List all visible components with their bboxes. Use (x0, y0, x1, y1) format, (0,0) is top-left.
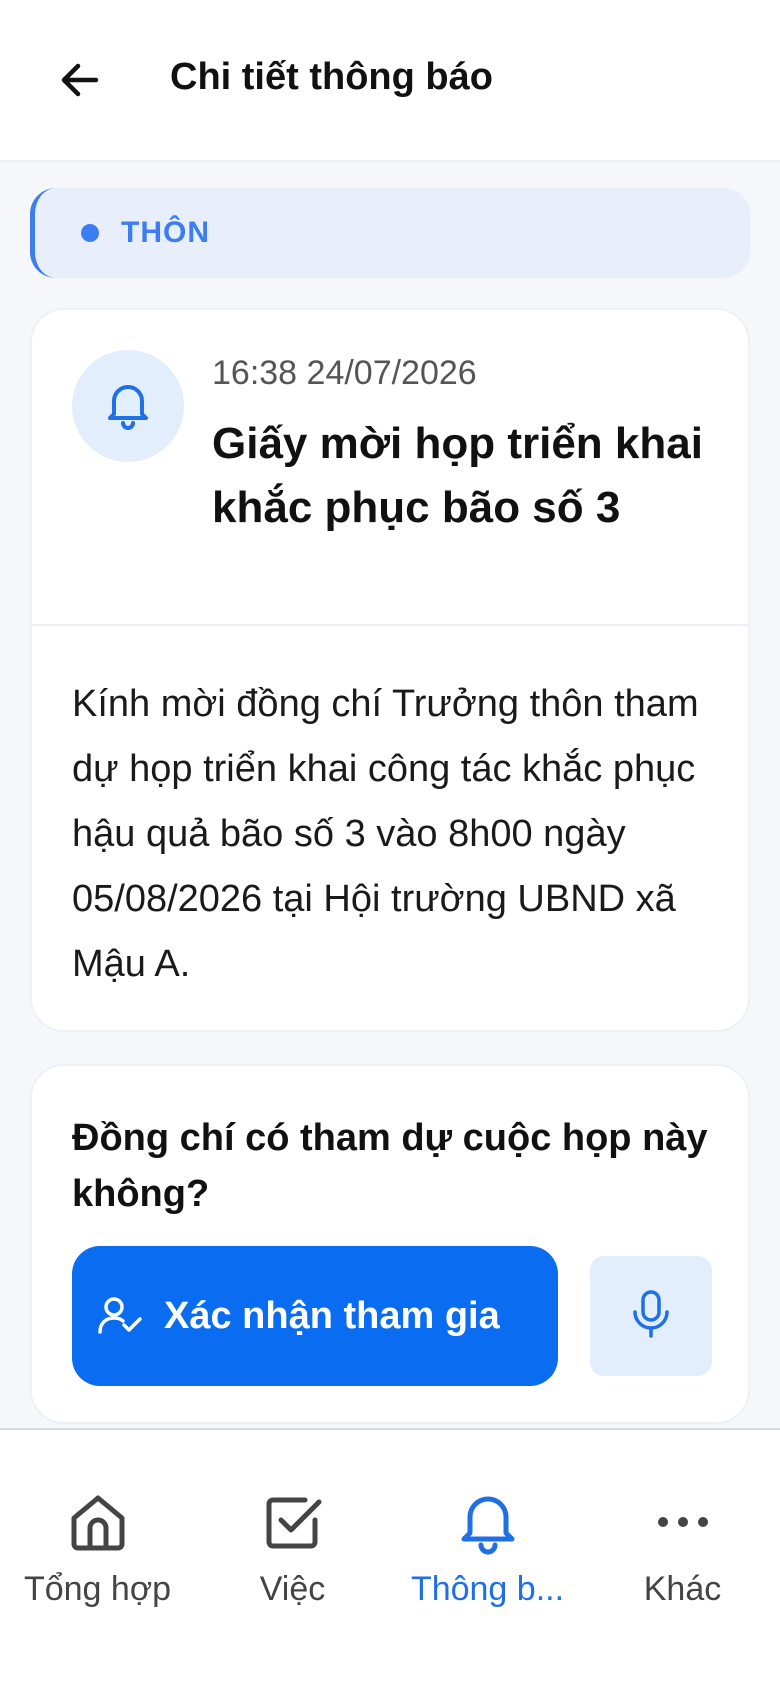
rsvp-question: Đồng chí có tham dự cuộc họp này không? (72, 1117, 708, 1215)
nav-item-viec[interactable]: Việc (195, 1430, 390, 1630)
nav-label: Việc (259, 1570, 326, 1608)
nav-label: Thông b... (410, 1570, 565, 1608)
bottom-navigation: Tổng hợp Việc Thông b... Khác (0, 1428, 780, 1688)
divider (32, 624, 748, 626)
nav-item-thong-bao[interactable]: Thông b... (390, 1430, 585, 1630)
notification-body: Kính mời đồng chí Trưởng thôn tham dự họ… (72, 683, 699, 985)
notification-time: 16:38 24/07/2026 (212, 354, 477, 392)
confirm-attendance-button[interactable]: Xác nhận tham gia (72, 1246, 558, 1386)
more-icon (643, 1482, 723, 1562)
bell-icon (448, 1482, 528, 1562)
arrow-left-icon (56, 56, 104, 109)
confirm-attendance-label: Xác nhận tham gia (164, 1294, 500, 1337)
back-button[interactable] (48, 50, 112, 114)
voice-input-button[interactable] (590, 1256, 712, 1376)
rsvp-card: Đồng chí có tham dự cuộc họp này không? … (30, 1064, 750, 1424)
home-icon (58, 1482, 138, 1562)
category-tag: THÔN (30, 188, 750, 278)
notification-icon-badge (72, 350, 184, 462)
bell-icon (100, 376, 156, 437)
nav-item-tong-hop[interactable]: Tổng hợp (0, 1430, 195, 1630)
page-title: Chi tiết thông báo (170, 56, 493, 98)
tag-dot (81, 224, 99, 242)
checkbox-icon (253, 1482, 333, 1562)
user-check-icon (94, 1290, 146, 1342)
notification-card: 16:38 24/07/2026 Giấy mời họp triển khai… (30, 308, 750, 1032)
nav-label: Khác (643, 1570, 722, 1608)
nav-item-khac[interactable]: Khác (585, 1430, 780, 1630)
microphone-icon (629, 1289, 673, 1344)
app-header: Chi tiết thông báo (0, 0, 780, 162)
nav-label: Tổng hợp (23, 1570, 172, 1608)
notification-title: Giấy mời họp triển khai khắc phục bão số… (212, 419, 703, 532)
category-label: THÔN (121, 216, 210, 249)
